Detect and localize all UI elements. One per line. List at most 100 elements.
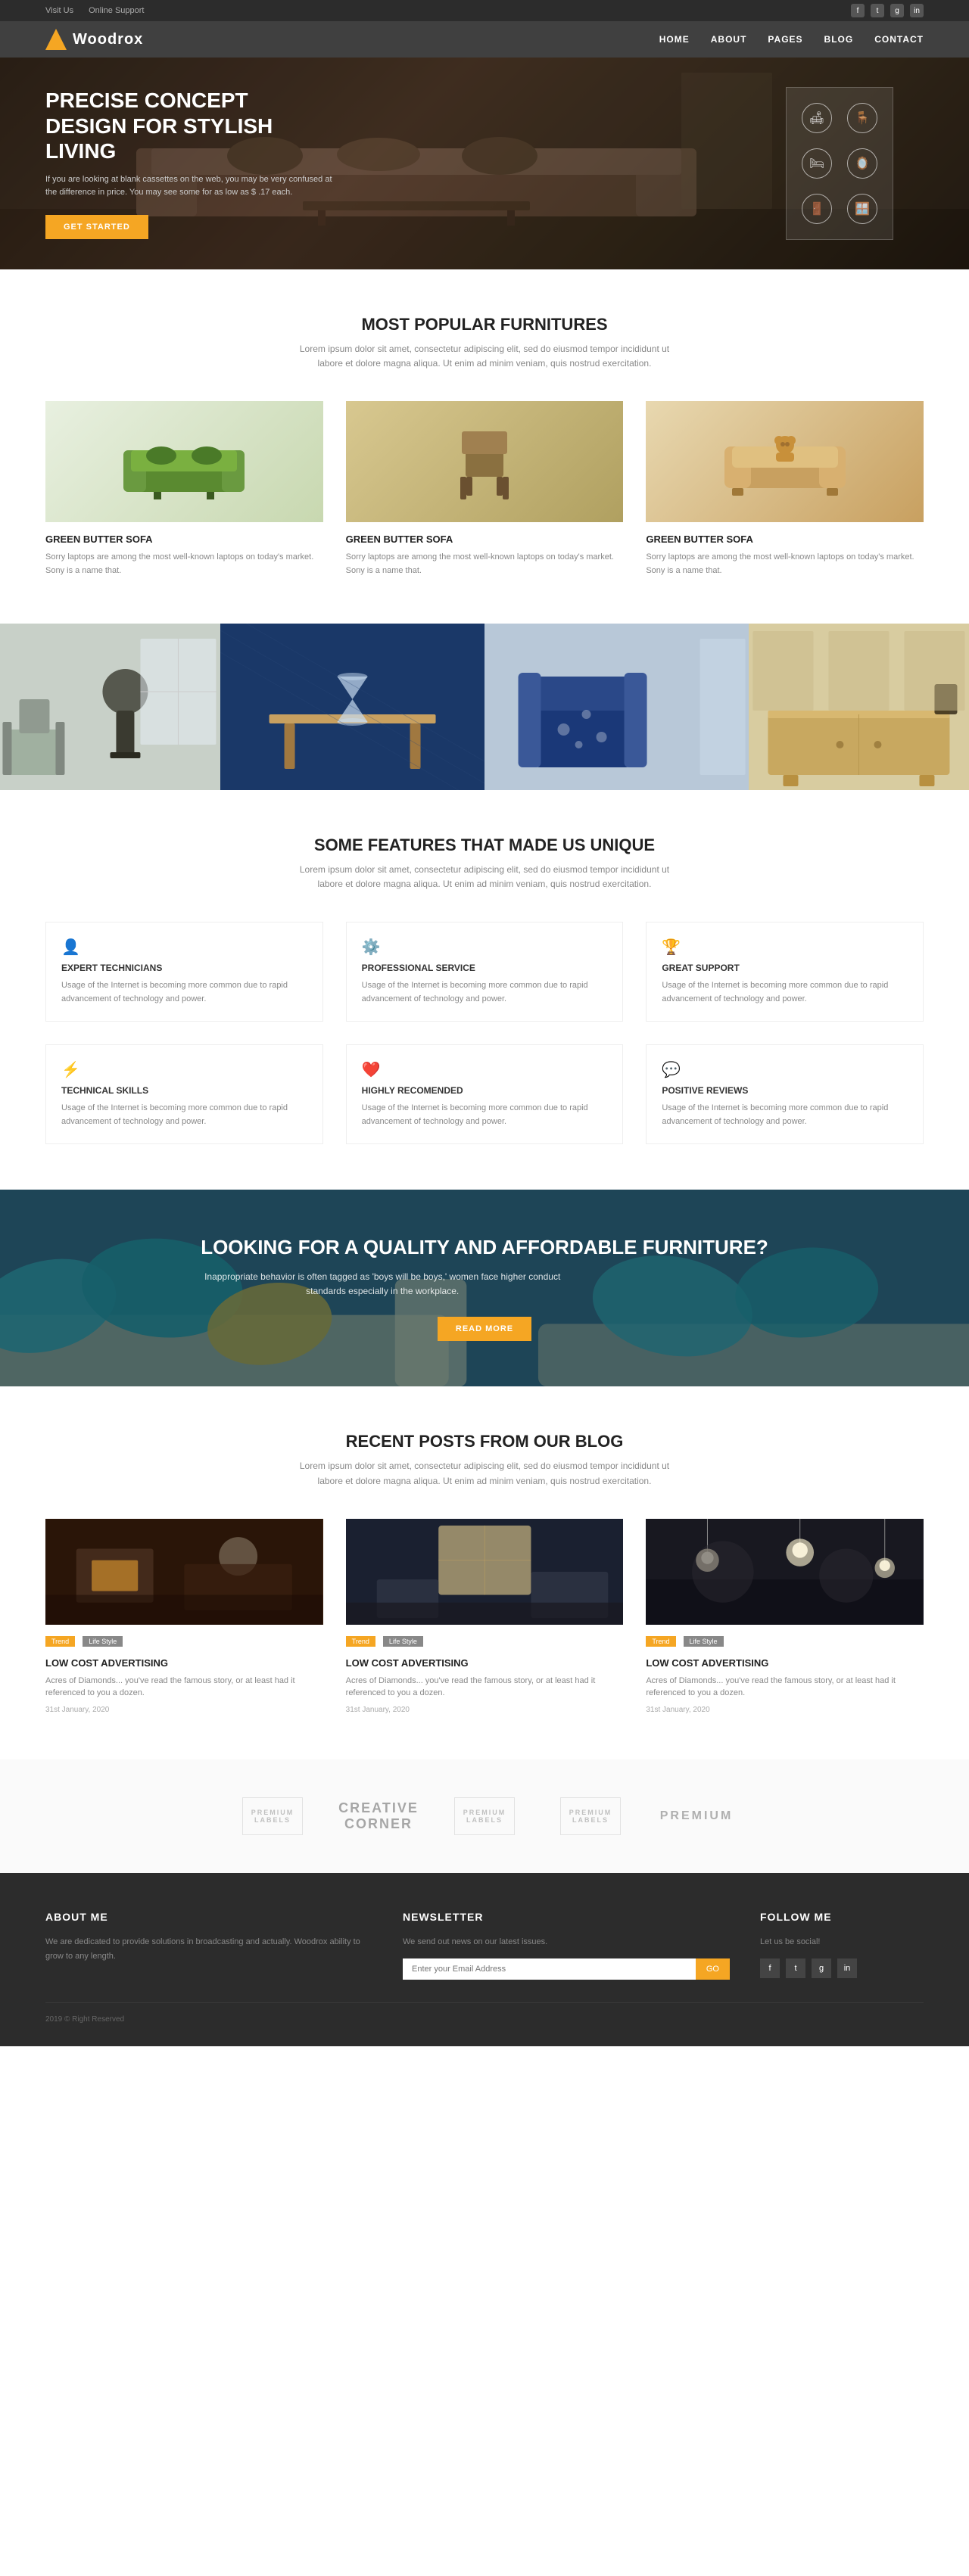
nav-pages[interactable]: PAGES (768, 34, 802, 45)
highly-recommended-icon: ❤️ (362, 1060, 608, 1079)
hero-icon-bed: 🛏 (802, 148, 832, 179)
hero-icon-chair: 🪑 (847, 103, 877, 133)
cta-banner: LOOKING FOR A QUALITY AND AFFORDABLE FUR… (0, 1190, 969, 1386)
furnitures-section: MOST POPULAR FURNITURES Lorem ipsum dolo… (0, 269, 969, 624)
feature-title-5: HIGHLY RECOMENDED (362, 1085, 608, 1096)
top-fb-icon[interactable]: f (851, 4, 865, 17)
nav-blog[interactable]: BLOG (824, 34, 854, 45)
blog-section: RECENT POSTS FROM OUR BLOG Lorem ipsum d… (0, 1386, 969, 1759)
partner-box-4: PREMIUM LABELS (560, 1797, 621, 1835)
great-support-icon: 🏆 (662, 938, 908, 957)
positive-reviews-icon: 💬 (662, 1060, 908, 1079)
nav-about[interactable]: ABOUT (711, 34, 747, 45)
footer-gp-icon[interactable]: g (812, 1958, 831, 1978)
footer-follow-title: FOLLOW ME (760, 1911, 924, 1923)
newsletter-submit-button[interactable]: GO (696, 1958, 730, 1980)
newsletter-email-input[interactable] (403, 1958, 696, 1980)
feature-desc-3: Usage of the Internet is becoming more c… (662, 979, 908, 1006)
furniture-img-2 (346, 401, 624, 522)
logo[interactable]: Woodrox (45, 29, 143, 50)
partner-logo-2: CREATIVE CORNER (348, 1797, 409, 1835)
blog-card-1: Trend Life Style LOW COST ADVERTISING Ac… (45, 1519, 323, 1714)
blog-date-3: 31st January, 2020 (646, 1706, 924, 1714)
furnitures-title: MOST POPULAR FURNITURES (45, 315, 924, 334)
furniture-name-2: GREEN BUTTER SOFA (346, 534, 624, 545)
footer-bottom: 2019 © Right Reserved (45, 2002, 924, 2024)
cta-readmore-button[interactable]: READ MORE (438, 1317, 531, 1341)
blog-post-title-2: LOW COST ADVERTISING (346, 1657, 624, 1669)
feature-title-2: PROFESSIONAL SERVICE (362, 963, 608, 973)
blog-subtitle: Lorem ipsum dolor sit amet, consectetur … (295, 1459, 674, 1488)
expert-technicians-icon: 👤 (61, 938, 307, 957)
furniture-card-2: GREEN BUTTER SOFA Sorry laptops are amon… (346, 401, 624, 577)
footer-tw-icon[interactable]: t (786, 1958, 805, 1978)
footer-newsletter-title: NEWSLETTER (403, 1911, 730, 1923)
blog-card-3: Trend Life Style LOW COST ADVERTISING Ac… (646, 1519, 924, 1714)
feature-item-4: ⚡ TECHNICAL SKILLS Usage of the Internet… (45, 1044, 323, 1144)
footer-about-title: ABOUT ME (45, 1911, 372, 1923)
blog-title: RECENT POSTS FROM OUR BLOG (45, 1432, 924, 1451)
footer-in-icon[interactable]: in (837, 1958, 857, 1978)
furniture-grid: GREEN BUTTER SOFA Sorry laptops are amon… (45, 401, 924, 577)
blog-date-1: 31st January, 2020 (45, 1706, 323, 1714)
feature-title-1: EXPERT TECHNICIANS (61, 963, 307, 973)
nav-contact[interactable]: CONTACT (874, 34, 924, 45)
feature-title-6: POSITIVE REVIEWS (662, 1085, 908, 1096)
blog-post-title-3: LOW COST ADVERTISING (646, 1657, 924, 1669)
top-tw-icon[interactable]: t (871, 4, 884, 17)
blog-post-title-1: LOW COST ADVERTISING (45, 1657, 323, 1669)
partner-box-3: premium labels (454, 1797, 515, 1835)
footer-follow-col: FOLLOW ME Let us be social! f t g in (760, 1911, 924, 1980)
feature-desc-5: Usage of the Internet is becoming more c… (362, 1102, 608, 1128)
features-section: SOME FEATURES THAT MADE US UNIQUE Lorem … (0, 790, 969, 1190)
feature-desc-1: Usage of the Internet is becoming more c… (61, 979, 307, 1006)
logo-text: Woodrox (73, 31, 143, 48)
hero-subtitle: If you are looking at blank cassettes on… (45, 173, 333, 200)
footer-fb-icon[interactable]: f (760, 1958, 780, 1978)
nav-home[interactable]: HOME (659, 34, 690, 45)
feature-title-4: TECHNICAL SKILLS (61, 1085, 307, 1096)
furnitures-subtitle: Lorem ipsum dolor sit amet, consectetur … (295, 342, 674, 371)
blog-badge-3a: Trend (646, 1636, 675, 1647)
gallery-item-2 (220, 624, 484, 790)
top-gp-icon[interactable]: g (890, 4, 904, 17)
features-title: SOME FEATURES THAT MADE US UNIQUE (45, 835, 924, 855)
blog-grid: Trend Life Style LOW COST ADVERTISING Ac… (45, 1519, 924, 1714)
hero-content: PRECISE CONCEPT DESIGN FOR STYLISH LIVIN… (45, 88, 333, 239)
partners-section: PREMIUM LABELS CREATIVE CORNER premium l… (0, 1759, 969, 1873)
chair-icon: 🪑 (847, 103, 877, 133)
furniture-desc-1: Sorry laptops are among the most well-kn… (45, 551, 323, 577)
footer: ABOUT ME We are dedicated to provide sol… (0, 1873, 969, 2046)
gallery-item-4 (749, 624, 969, 790)
hero-section: PRECISE CONCEPT DESIGN FOR STYLISH LIVIN… (0, 58, 969, 269)
hero-cta-button[interactable]: Get Started (45, 215, 148, 239)
gallery-item-3 (484, 624, 749, 790)
blog-img-2 (346, 1519, 624, 1625)
blog-badge-2b: Life Style (383, 1636, 423, 1647)
feature-item-2: ⚙️ PROFESSIONAL SERVICE Usage of the Int… (346, 922, 624, 1022)
sofa-icon: 🛋 (802, 103, 832, 133)
hero-icon-mirror: 🪞 (847, 148, 877, 179)
feature-item-1: 👤 EXPERT TECHNICIANS Usage of the Intern… (45, 922, 323, 1022)
blog-excerpt-1: Acres of Diamonds... you've read the fam… (45, 1675, 323, 1700)
blog-img-3 (646, 1519, 924, 1625)
online-support-label: Online Support (89, 6, 144, 15)
hero-icon-window: 🪟 (847, 194, 877, 224)
blog-excerpt-3: Acres of Diamonds... you've read the fam… (646, 1675, 924, 1700)
footer-newsletter-desc: We send out news on our latest issues. (403, 1935, 730, 1949)
partner-logo-3: premium labels (454, 1797, 515, 1835)
feature-item-6: 💬 POSITIVE REVIEWS Usage of the Internet… (646, 1044, 924, 1144)
blog-excerpt-2: Acres of Diamonds... you've read the fam… (346, 1675, 624, 1700)
partner-box-2: CREATIVE CORNER (348, 1797, 409, 1835)
logo-icon (45, 29, 67, 50)
navbar-links: HOME ABOUT PAGES BLOG CONTACT (659, 34, 924, 45)
blog-card-2: Trend Life Style LOW COST ADVERTISING Ac… (346, 1519, 624, 1714)
footer-social-icons: f t g in (760, 1958, 924, 1978)
partner-logo-4: PREMIUM LABELS (560, 1797, 621, 1835)
feature-title-3: GREAT SUPPORT (662, 963, 908, 973)
hero-icon-sofa: 🛋 (802, 103, 832, 133)
top-bar-left: Visit Us Online Support (45, 6, 144, 15)
visit-us-label: Visit Us (45, 6, 73, 15)
top-in-icon[interactable]: in (910, 4, 924, 17)
door-icon: 🚪 (802, 194, 832, 224)
